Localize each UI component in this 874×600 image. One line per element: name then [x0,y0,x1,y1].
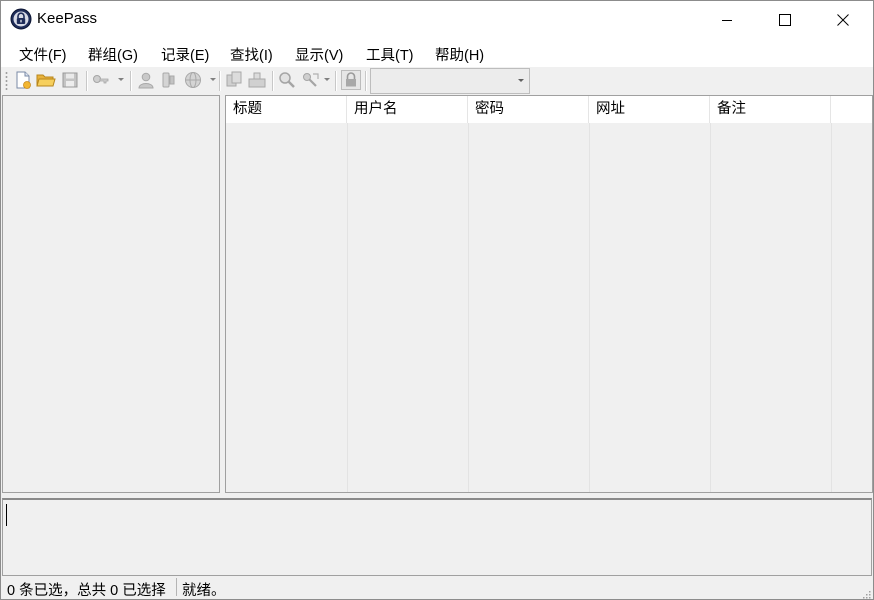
column-divider [589,123,590,492]
open-url-button[interactable] [183,70,203,90]
show-entries-dropdown-arrow[interactable] [324,78,330,81]
open-folder-icon [36,74,56,87]
open-url-dropdown-arrow[interactable] [210,78,216,81]
user-icon [138,72,154,89]
column-header-username[interactable]: 用户名 [347,96,468,123]
find-button[interactable] [277,70,297,90]
new-database-button[interactable] [13,70,33,90]
menu-help[interactable]: 帮助(H) [435,44,484,65]
window-title: KeePass [37,10,98,27]
column-divider [468,123,469,492]
column-header-url[interactable]: 网址 [589,96,710,123]
column-divider [831,123,832,492]
toolbar-separator [130,71,132,91]
globe-icon [185,72,201,88]
copy-password-button[interactable] [159,70,179,90]
autotype-button[interactable] [247,70,267,90]
toolbar-grip[interactable] [5,71,8,91]
add-entry-button[interactable] [91,70,111,90]
magnifier-icon [279,72,295,88]
menu-file[interactable]: 文件(F) [19,44,67,65]
keyboard-icon [248,72,266,88]
minimize-icon [722,20,732,21]
open-database-button[interactable] [36,70,56,90]
column-divider [710,123,711,492]
entry-list-pane[interactable]: 标题 用户名 密码 网址 备注 [225,95,873,493]
column-header-notes[interactable]: 备注 [710,96,831,123]
keepass-lock-icon[interactable] [10,8,32,30]
title-bar[interactable]: KeePass [1,1,873,39]
menu-view[interactable]: 显示(V) [295,44,343,65]
save-disk-icon [62,72,78,88]
add-entry-dropdown-arrow[interactable] [118,78,124,81]
toolbar-separator [335,71,337,91]
key-add-icon [93,75,109,84]
toolbar-separator [272,71,274,91]
copy-icon [226,71,242,87]
lock-workspace-button[interactable] [341,70,361,90]
toolbar-separator [365,71,367,91]
menu-find[interactable]: 查找(I) [230,44,273,65]
keepass-window: KeePass 文件(F) 群组(G) 记录(E) 查找(I) 显示(V) 工具… [0,0,874,600]
save-database-button[interactable] [60,70,80,90]
close-button[interactable] [814,1,872,39]
column-header-password[interactable]: 密码 [468,96,589,123]
toolbar [1,67,873,95]
key-icon [162,72,175,88]
status-separator [176,578,177,596]
close-icon [837,14,849,26]
group-tree-pane[interactable] [2,95,220,493]
maximize-icon [779,14,791,26]
quick-find-combobox[interactable] [370,68,530,94]
copy-entry-button[interactable] [224,70,244,90]
column-header-title[interactable]: 标题 [226,96,347,123]
resize-grip-icon[interactable] [861,587,871,599]
status-state: 就绪。 [182,583,226,599]
menu-group[interactable]: 群组(G) [88,44,138,65]
minimize-button[interactable] [698,1,756,39]
toolbar-separator [86,71,88,91]
copy-username-button[interactable] [136,70,156,90]
lock-icon [341,70,361,90]
menu-bar: 文件(F) 群组(G) 记录(E) 查找(I) 显示(V) 工具(T) 帮助(H… [1,39,873,67]
menu-entry[interactable]: 记录(E) [161,44,209,65]
maximize-button[interactable] [756,1,814,39]
key-arrow-icon [303,73,319,87]
column-header-filler [831,96,872,123]
toolbar-separator [219,71,221,91]
status-selection-count: 0 条已选，总共 0 已选择 [7,583,166,599]
status-bar: 0 条已选，总共 0 已选择 就绪。 [1,576,873,599]
text-caret [6,504,7,526]
chevron-down-icon[interactable] [518,79,524,82]
entry-details-pane[interactable] [2,498,872,576]
show-entries-button[interactable] [301,70,321,90]
new-file-icon [16,71,31,89]
column-divider [347,123,348,492]
menu-tools[interactable]: 工具(T) [366,44,414,65]
